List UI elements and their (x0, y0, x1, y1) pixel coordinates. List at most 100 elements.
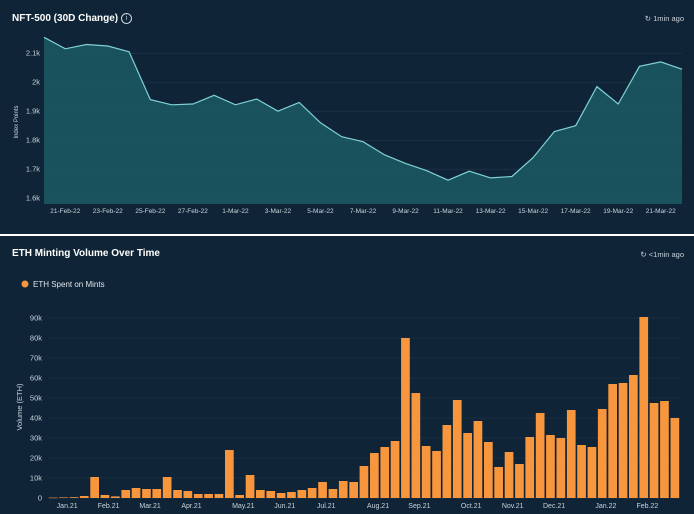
eth-bar[interactable] (256, 490, 265, 498)
nft500-x-tick: 11-Mar-22 (433, 208, 463, 215)
eth-bar[interactable] (494, 467, 503, 498)
eth-y-tick: 60k (30, 374, 42, 383)
eth-bar[interactable] (452, 400, 462, 498)
eth-x-tick: Mar.21 (139, 503, 161, 510)
eth-bar[interactable] (48, 497, 58, 499)
eth-bar[interactable] (297, 490, 307, 498)
nft500-x-tick: 9-Mar-22 (392, 208, 419, 215)
eth-x-tick: Jan.22 (595, 503, 616, 510)
nft500-y-tick: 1.7k (26, 165, 40, 174)
eth-bar[interactable] (235, 495, 244, 498)
eth-bar[interactable] (193, 494, 203, 498)
nft500-x-tick: 15-Mar-22 (518, 208, 548, 215)
eth-x-tick: Nov.21 (502, 503, 524, 510)
eth-bar[interactable] (577, 445, 586, 498)
nft500-x-tick: 21-Mar-22 (646, 208, 676, 215)
eth-x-tick: Dec.21 (543, 503, 565, 510)
eth-bar[interactable] (401, 338, 410, 498)
eth-y-tick: 20k (30, 454, 42, 463)
nft500-y-tick: 2.1k (26, 49, 40, 58)
eth-bar[interactable] (535, 413, 545, 498)
nft500-x-tick: 21-Feb-22 (50, 208, 80, 215)
eth-bar[interactable] (432, 451, 441, 498)
eth-bar[interactable] (90, 477, 99, 498)
eth-x-tick: Feb.22 (637, 503, 659, 510)
eth-bar[interactable] (100, 495, 110, 498)
eth-x-tick: Jun.21 (274, 503, 295, 510)
eth-bar[interactable] (587, 447, 597, 498)
nft500-y-tick: 1.9k (26, 107, 40, 116)
legend[interactable]: ETH Spent on Mints (21, 280, 105, 289)
nft500-x-tick: 23-Feb-22 (93, 208, 123, 215)
eth-bar[interactable] (276, 493, 286, 498)
eth-bar[interactable] (287, 492, 296, 498)
eth-minting-chart: ETH Spent on Mints 0 10k 20k 30k 40k 50k 60k 70… (15, 280, 680, 510)
eth-x-tick: Apr.21 (181, 503, 201, 510)
nft500-y-tick: 2k (32, 78, 40, 87)
eth-bar[interactable] (370, 453, 379, 498)
eth-bar[interactable] (463, 433, 472, 498)
nft500-y-tick: 1.6k (26, 194, 40, 203)
eth-bar[interactable] (79, 496, 89, 498)
eth-y-tick: 0 (38, 494, 42, 503)
nft500-x-tick: 1-Mar-22 (222, 208, 249, 215)
eth-bar[interactable] (225, 450, 234, 498)
eth-bar[interactable] (307, 488, 317, 498)
eth-bar[interactable] (121, 490, 131, 498)
eth-bar[interactable] (484, 442, 493, 498)
eth-bar[interactable] (318, 482, 327, 498)
eth-bar[interactable] (597, 409, 607, 498)
eth-bar[interactable] (380, 447, 390, 498)
nft500-panel: NFT-500 (30D Change) i ↻ 1min ago 1.6k 1.7… (0, 0, 694, 234)
eth-bar[interactable] (660, 401, 669, 498)
eth-bar[interactable] (515, 464, 524, 498)
eth-bar[interactable] (183, 491, 193, 498)
eth-bar[interactable] (266, 491, 276, 498)
eth-bar[interactable] (629, 375, 638, 498)
eth-y-tick: 90k (30, 314, 42, 323)
eth-bar[interactable] (131, 488, 141, 498)
eth-bar[interactable] (214, 494, 224, 498)
eth-bar[interactable] (411, 393, 421, 498)
eth-bar[interactable] (525, 437, 535, 498)
eth-x-tick: Feb.21 (98, 503, 120, 510)
eth-bar[interactable] (618, 383, 628, 498)
eth-bar[interactable] (556, 438, 566, 498)
eth-bar[interactable] (639, 317, 649, 498)
nft500-x-tick: 7-Mar-22 (350, 208, 377, 215)
eth-bar[interactable] (349, 482, 358, 498)
eth-bar[interactable] (338, 481, 348, 498)
eth-y-tick: 10k (30, 474, 42, 483)
nft500-area-fill (44, 37, 682, 204)
eth-bar[interactable] (59, 497, 68, 498)
eth-bar[interactable] (649, 403, 659, 498)
eth-y-tick: 40k (30, 414, 42, 423)
eth-bar[interactable] (152, 489, 162, 498)
eth-bar[interactable] (546, 435, 555, 498)
eth-bar[interactable] (670, 418, 680, 498)
eth-bar[interactable] (421, 446, 431, 498)
nft500-x-tick: 17-Mar-22 (561, 208, 591, 215)
eth-x-tick: Jul.21 (317, 503, 336, 510)
eth-bar[interactable] (473, 421, 483, 498)
nft500-y-axis-label: Index Points (14, 105, 20, 138)
eth-y-tick: 30k (30, 434, 42, 443)
nft500-y-tick: 1.8k (26, 136, 40, 145)
eth-bar[interactable] (142, 489, 151, 498)
eth-y-tick: 50k (30, 394, 42, 403)
eth-bar[interactable] (173, 490, 182, 498)
eth-bar[interactable] (328, 489, 338, 498)
eth-bar[interactable] (608, 384, 617, 498)
eth-bar[interactable] (504, 452, 514, 498)
eth-bar[interactable] (245, 475, 255, 498)
eth-bar[interactable] (111, 496, 120, 498)
eth-bar[interactable] (390, 441, 400, 498)
eth-bar[interactable] (204, 494, 213, 498)
nft500-x-tick: 3-Mar-22 (265, 208, 292, 215)
eth-bar[interactable] (566, 410, 576, 498)
eth-bar[interactable] (359, 466, 369, 498)
eth-bar[interactable] (69, 497, 79, 498)
nft500-x-tick: 13-Mar-22 (476, 208, 506, 215)
eth-bar[interactable] (162, 477, 172, 498)
eth-bar[interactable] (442, 425, 452, 498)
